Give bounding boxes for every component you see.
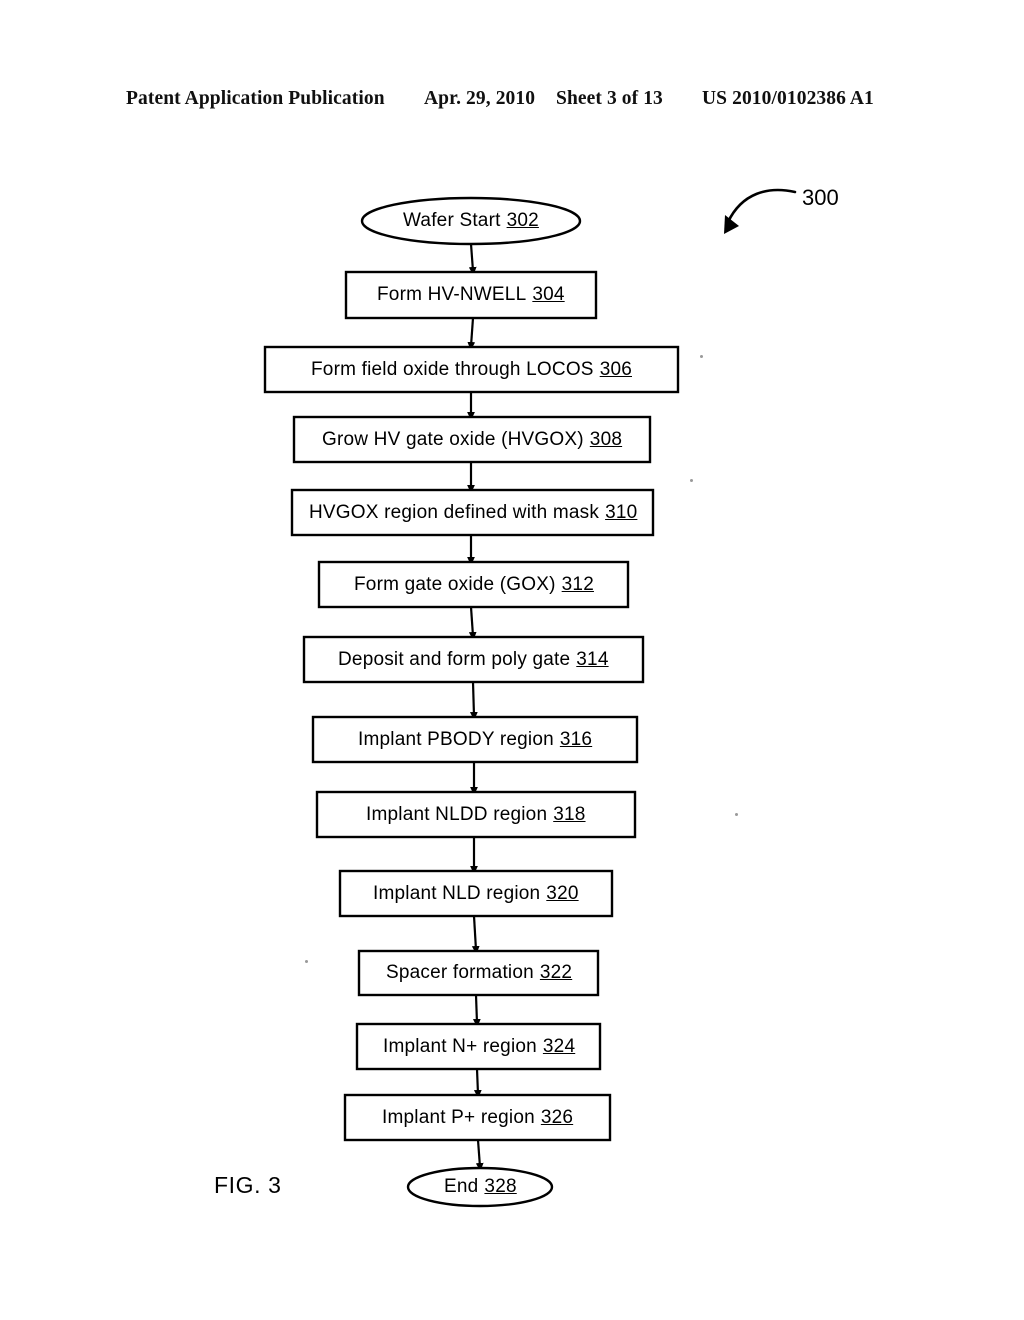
flow-node-ref-302: 302 xyxy=(506,210,539,231)
flow-node-ref-310: 310 xyxy=(605,502,638,523)
flow-node-ref-308: 308 xyxy=(589,429,623,450)
flow-node-ref-328: 328 xyxy=(484,1176,517,1197)
flow-node-ref-312: 312 xyxy=(561,574,594,595)
flow-node-text-320: Implant NLD region xyxy=(373,883,541,904)
flow-arrow-322-to-324 xyxy=(472,994,481,1028)
reference-300-leader xyxy=(724,188,797,234)
flow-node-label-304: Form HV-NWELL 304 xyxy=(377,284,565,306)
flow-arrow-320-to-322 xyxy=(471,915,480,955)
flow-node-text-328: End xyxy=(444,1176,479,1197)
flow-node-label-302: Wafer Start 302 xyxy=(403,210,539,232)
flow-node-label-316: Implant PBODY region 316 xyxy=(358,729,592,751)
flow-node-label-310: HVGOX region defined with mask 310 xyxy=(309,502,637,524)
flow-arrow-326-to-328 xyxy=(475,1139,484,1172)
flow-node-text-310: HVGOX region defined with mask xyxy=(309,502,600,523)
process-flowchart: Wafer Start 302 Form HV-NWELL 304 Form field… xyxy=(0,0,1024,1320)
flow-node-ref-322: 322 xyxy=(539,962,573,983)
flow-arrow-324-to-326 xyxy=(473,1068,482,1099)
reference-numeral-300: 300 xyxy=(802,185,839,210)
flow-node-ref-316: 316 xyxy=(559,729,593,750)
flow-node-label-318: Implant NLDD region 318 xyxy=(366,804,586,826)
flow-node-label-326: Implant P+ region 326 xyxy=(382,1107,573,1129)
flow-node-text-322: Spacer formation xyxy=(386,962,534,983)
flow-node-text-326: Implant P+ region xyxy=(382,1107,535,1128)
figure-caption: FIG. 3 xyxy=(214,1172,282,1198)
flow-node-label-308: Grow HV gate oxide (HVGOX) 308 xyxy=(322,429,622,451)
scan-speck xyxy=(700,355,703,358)
flow-arrow-302-to-304 xyxy=(468,243,477,276)
flow-node-ref-324: 324 xyxy=(542,1036,576,1057)
flow-node-text-324: Implant N+ region xyxy=(383,1036,537,1057)
flow-node-label-306: Form field oxide through LOCOS 306 xyxy=(311,359,632,381)
flow-node-ref-306: 306 xyxy=(599,359,632,380)
flow-node-text-318: Implant NLDD region xyxy=(366,804,548,825)
flow-node-label-312: Form gate oxide (GOX) 312 xyxy=(354,574,594,596)
flow-arrow-312-to-314 xyxy=(468,606,477,641)
flow-arrow-304-to-306 xyxy=(467,317,476,351)
flow-node-text-316: Implant PBODY region xyxy=(358,729,554,750)
flow-node-text-312: Form gate oxide (GOX) xyxy=(354,574,556,595)
flow-node-ref-320: 320 xyxy=(546,883,579,904)
flow-node-text-302: Wafer Start xyxy=(403,210,501,231)
flow-node-text-304: Form HV-NWELL xyxy=(377,284,527,305)
flow-node-ref-314: 314 xyxy=(576,649,609,670)
scan-speck xyxy=(690,479,693,482)
flow-node-ref-326: 326 xyxy=(540,1107,574,1128)
flow-node-label-320: Implant NLD region 320 xyxy=(373,883,579,905)
flow-node-ref-318: 318 xyxy=(553,804,586,825)
flow-arrow-314-to-316 xyxy=(469,681,478,721)
flow-node-label-324: Implant N+ region 324 xyxy=(383,1036,575,1058)
flow-node-ref-304: 304 xyxy=(532,284,565,305)
flow-node-label-314: Deposit and form poly gate 314 xyxy=(338,649,609,671)
flow-node-label-328: End 328 xyxy=(444,1176,517,1198)
flow-node-label-322: Spacer formation 322 xyxy=(386,962,572,984)
flow-node-text-306: Form field oxide through LOCOS xyxy=(311,359,594,380)
scan-speck xyxy=(305,960,308,963)
scan-speck xyxy=(735,813,738,816)
flow-node-text-308: Grow HV gate oxide (HVGOX) xyxy=(322,429,584,450)
flow-node-text-314: Deposit and form poly gate xyxy=(338,649,571,670)
